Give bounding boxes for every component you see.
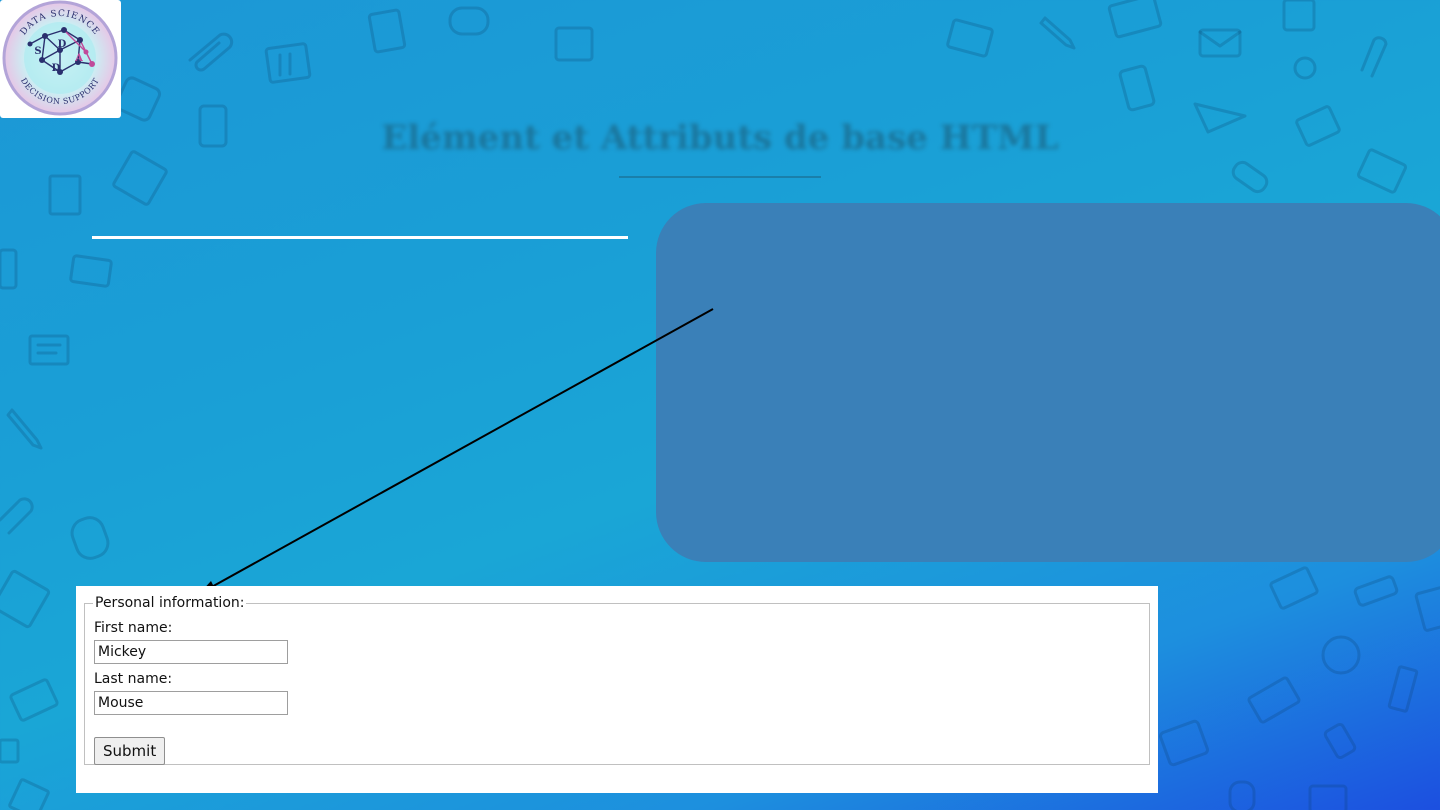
first-name-label: First name: bbox=[94, 620, 173, 636]
last-name-label: Last name: bbox=[94, 671, 173, 687]
first-name-input[interactable] bbox=[94, 640, 288, 664]
fieldset-legend: Personal information: bbox=[95, 595, 245, 611]
submit-button[interactable]: Submit bbox=[94, 737, 166, 765]
form-example: Personal information: First name: Last n… bbox=[76, 586, 1158, 793]
personal-info-fieldset: Personal information: First name: Last n… bbox=[84, 595, 1150, 765]
last-name-input[interactable] bbox=[94, 691, 288, 715]
